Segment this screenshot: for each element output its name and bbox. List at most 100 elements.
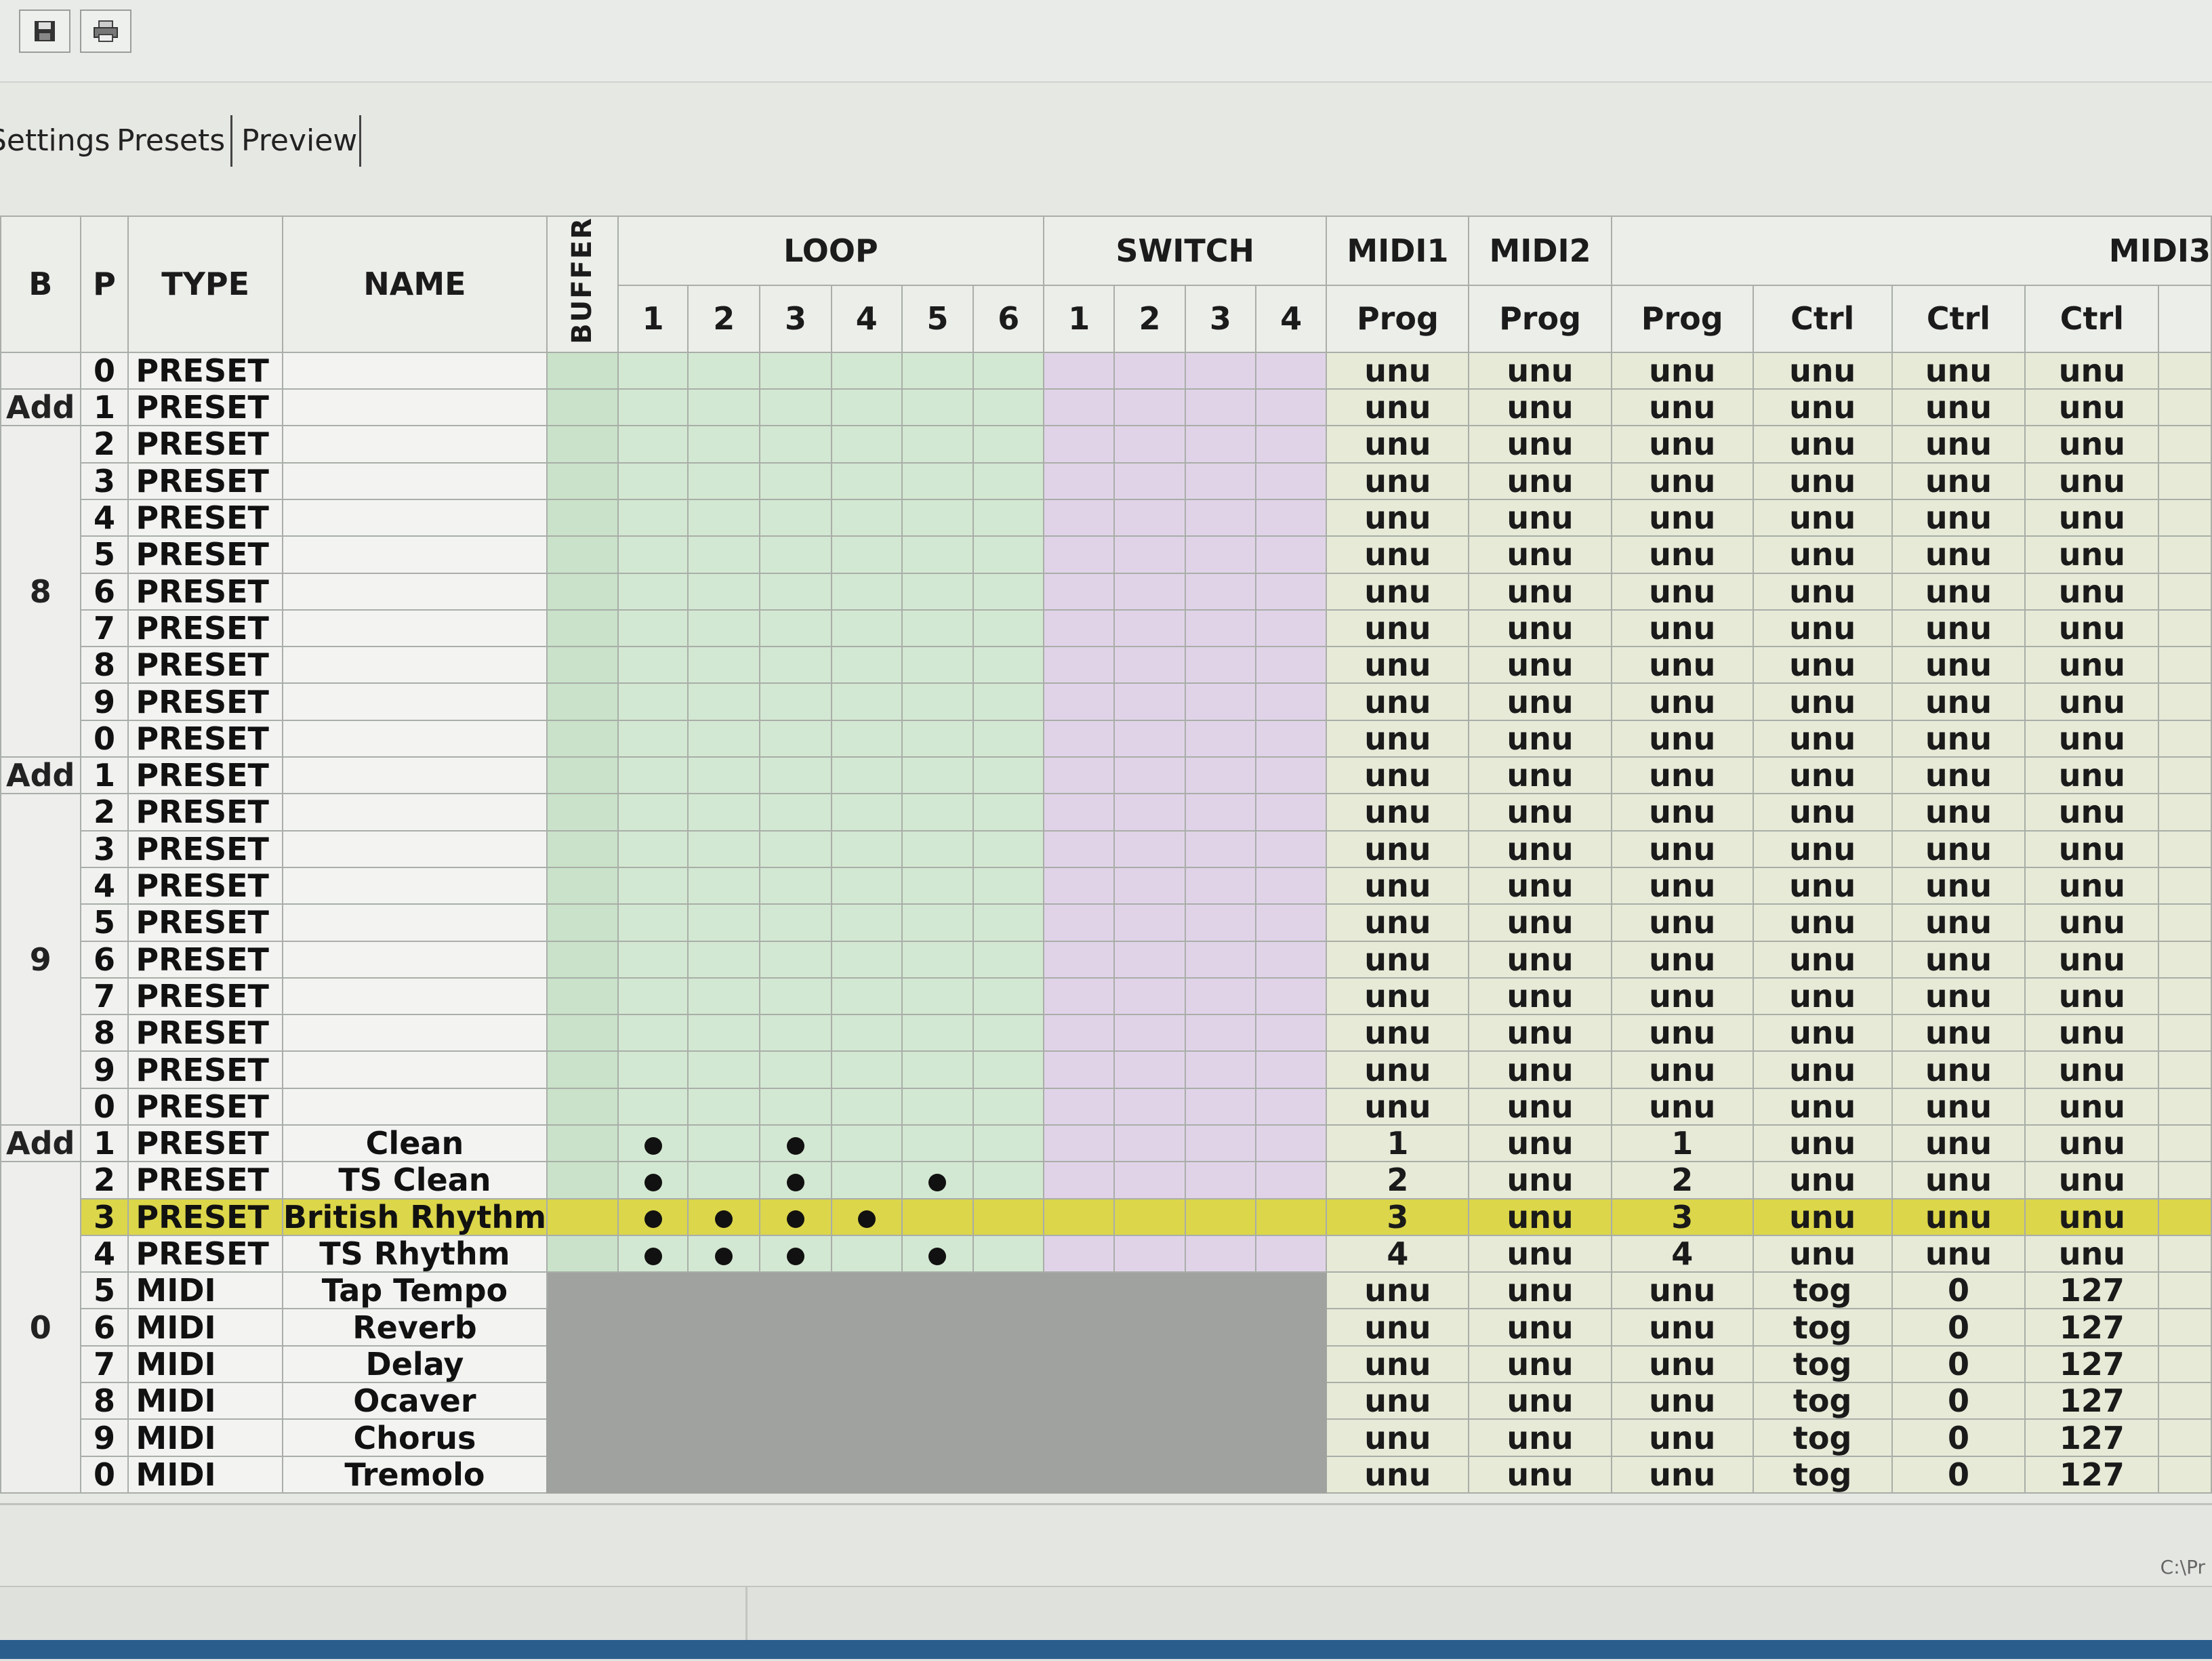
- loop-cell-3[interactable]: [759, 1050, 832, 1089]
- midi-cell-5[interactable]: unu: [1891, 940, 2026, 979]
- buffer-cell[interactable]: [546, 1124, 619, 1163]
- loop-cell-6[interactable]: [972, 388, 1045, 427]
- type-cell[interactable]: MIDI: [127, 1382, 283, 1420]
- midi-cell-6[interactable]: unu: [2024, 462, 2160, 500]
- midi-cell-4[interactable]: unu: [1752, 682, 1893, 721]
- switch-cell-1[interactable]: [1043, 829, 1115, 868]
- table-row[interactable]: 0 PRESET unu unu unu unu unu unu: [1, 719, 2212, 758]
- midi-cell-2[interactable]: unu: [1468, 351, 1612, 390]
- table-row[interactable]: 9 PRESET unu unu unu unu unu unu: [1, 682, 2212, 721]
- midi-cell-2[interactable]: unu: [1468, 1271, 1612, 1310]
- name-cell[interactable]: [281, 535, 548, 574]
- midi-cell-1[interactable]: unu: [1326, 719, 1470, 758]
- table-row[interactable]: 3 PRESET unu unu unu unu unu unu: [1, 829, 2212, 868]
- midi-cell-5[interactable]: 0: [1891, 1455, 2026, 1494]
- switch-cell-1[interactable]: [1043, 351, 1115, 390]
- midi-cell-3[interactable]: unu: [1610, 462, 1754, 500]
- loop-cell-3[interactable]: [759, 498, 832, 537]
- name-cell[interactable]: Chorus: [281, 1418, 548, 1457]
- midi-cell-6[interactable]: unu: [2024, 535, 2160, 574]
- loop-cell-5[interactable]: [901, 829, 975, 868]
- loop-cell-5[interactable]: [901, 351, 975, 390]
- midi-cell-6[interactable]: unu: [2024, 609, 2160, 648]
- table-row[interactable]: 6 PRESET unu unu unu unu unu unu: [1, 940, 2212, 979]
- switch-cell-3[interactable]: [1184, 756, 1257, 795]
- loop-cell-4[interactable]: [830, 498, 903, 537]
- loop-cell-4[interactable]: [830, 388, 903, 427]
- switch-cell-3[interactable]: [1184, 866, 1257, 905]
- type-cell[interactable]: MIDI: [127, 1418, 283, 1457]
- midi-cell-1[interactable]: unu: [1326, 793, 1470, 832]
- midi-cell-6[interactable]: 127: [2024, 1308, 2160, 1347]
- loop-cell-2[interactable]: [687, 903, 761, 942]
- midi-cell-5[interactable]: unu: [1891, 1124, 2026, 1163]
- name-cell[interactable]: [281, 977, 548, 1016]
- midi-cell-3[interactable]: unu: [1610, 1014, 1754, 1052]
- loop-cell-3[interactable]: [759, 829, 832, 868]
- loop-cell-5[interactable]: [901, 866, 975, 905]
- loop-cell-1[interactable]: [617, 1087, 689, 1126]
- loop-cell-6[interactable]: [972, 940, 1045, 979]
- switch-cell-3[interactable]: [1184, 646, 1257, 684]
- midi-cell-1[interactable]: unu: [1326, 351, 1470, 390]
- midi-cell-4[interactable]: unu: [1752, 719, 1893, 758]
- midi-cell-3[interactable]: unu: [1610, 719, 1754, 758]
- loop-cell-4[interactable]: [830, 1124, 903, 1163]
- type-cell[interactable]: PRESET: [127, 351, 283, 390]
- midi-cell-2[interactable]: unu: [1468, 1087, 1612, 1126]
- loop-cell-6[interactable]: [972, 977, 1045, 1016]
- switch-cell-2[interactable]: [1113, 609, 1186, 648]
- loop-cell-5[interactable]: [901, 1014, 975, 1052]
- table-row[interactable]: Add 1 PRESET Clean 1 unu 1 unu unu unu: [0, 1124, 2212, 1163]
- midi-cell-6[interactable]: unu: [2024, 682, 2160, 721]
- midi-cell-6[interactable]: unu: [2024, 1124, 2160, 1163]
- midi-cell-2[interactable]: unu: [1468, 1308, 1612, 1347]
- switch-cell-3[interactable]: [1184, 903, 1257, 942]
- switch-cell-4[interactable]: [1255, 1124, 1328, 1163]
- switch-cell-4[interactable]: [1255, 1014, 1328, 1052]
- midi-cell-6[interactable]: unu: [2024, 1234, 2160, 1273]
- midi-cell-5[interactable]: unu: [1891, 425, 2026, 464]
- type-cell[interactable]: PRESET: [127, 1234, 283, 1273]
- midi-cell-5[interactable]: unu: [1891, 572, 2026, 611]
- loop-cell-5[interactable]: [901, 682, 975, 721]
- midi-cell-5[interactable]: 0: [1891, 1418, 2026, 1457]
- midi-cell-6[interactable]: unu: [2024, 1161, 2160, 1199]
- switch-cell-4[interactable]: [1255, 646, 1328, 684]
- loop-cell-4[interactable]: [830, 646, 903, 684]
- loop-cell-3[interactable]: [759, 388, 832, 427]
- midi-cell-4[interactable]: unu: [1752, 1197, 1893, 1236]
- loop-cell-5[interactable]: [901, 572, 975, 611]
- loop-cell-6[interactable]: [972, 793, 1045, 832]
- midi-cell-5[interactable]: unu: [1891, 646, 2026, 684]
- midi-cell-3[interactable]: unu: [1610, 425, 1754, 464]
- loop-cell-3[interactable]: [759, 1161, 832, 1199]
- table-row[interactable]: 0 2 PRESET TS Clean 2 unu 2 unu unu unu: [0, 1161, 2212, 1494]
- midi-cell-1[interactable]: unu: [1326, 1418, 1470, 1457]
- switch-cell-2[interactable]: [1113, 1087, 1186, 1126]
- name-cell[interactable]: [281, 903, 548, 942]
- midi-cell-4[interactable]: unu: [1752, 866, 1893, 905]
- midi-cell-3[interactable]: unu: [1610, 1455, 1754, 1494]
- midi-cell-2[interactable]: unu: [1468, 719, 1612, 758]
- buffer-cell[interactable]: [546, 498, 619, 537]
- switch-cell-4[interactable]: [1255, 572, 1328, 611]
- midi-cell-2[interactable]: unu: [1468, 462, 1612, 500]
- type-cell[interactable]: PRESET: [127, 498, 283, 537]
- loop-cell-4[interactable]: [830, 1234, 903, 1273]
- name-cell[interactable]: Clean: [281, 1124, 548, 1163]
- switch-cell-4[interactable]: [1255, 940, 1328, 979]
- midi-cell-5[interactable]: 0: [1891, 1271, 2026, 1310]
- loop-cell-2[interactable]: [687, 572, 761, 611]
- loop-cell-4[interactable]: [830, 866, 903, 905]
- midi-cell-4[interactable]: unu: [1752, 903, 1893, 942]
- loop-cell-6[interactable]: [972, 609, 1045, 648]
- switch-cell-4[interactable]: [1255, 903, 1328, 942]
- switch-cell-2[interactable]: [1113, 1124, 1186, 1163]
- midi-cell-4[interactable]: tog: [1752, 1382, 1893, 1420]
- buffer-cell[interactable]: [546, 1161, 619, 1199]
- loop-cell-3[interactable]: [759, 903, 832, 942]
- loop-cell-6[interactable]: [972, 351, 1045, 390]
- name-cell[interactable]: [281, 425, 548, 464]
- loop-cell-1[interactable]: [617, 793, 689, 832]
